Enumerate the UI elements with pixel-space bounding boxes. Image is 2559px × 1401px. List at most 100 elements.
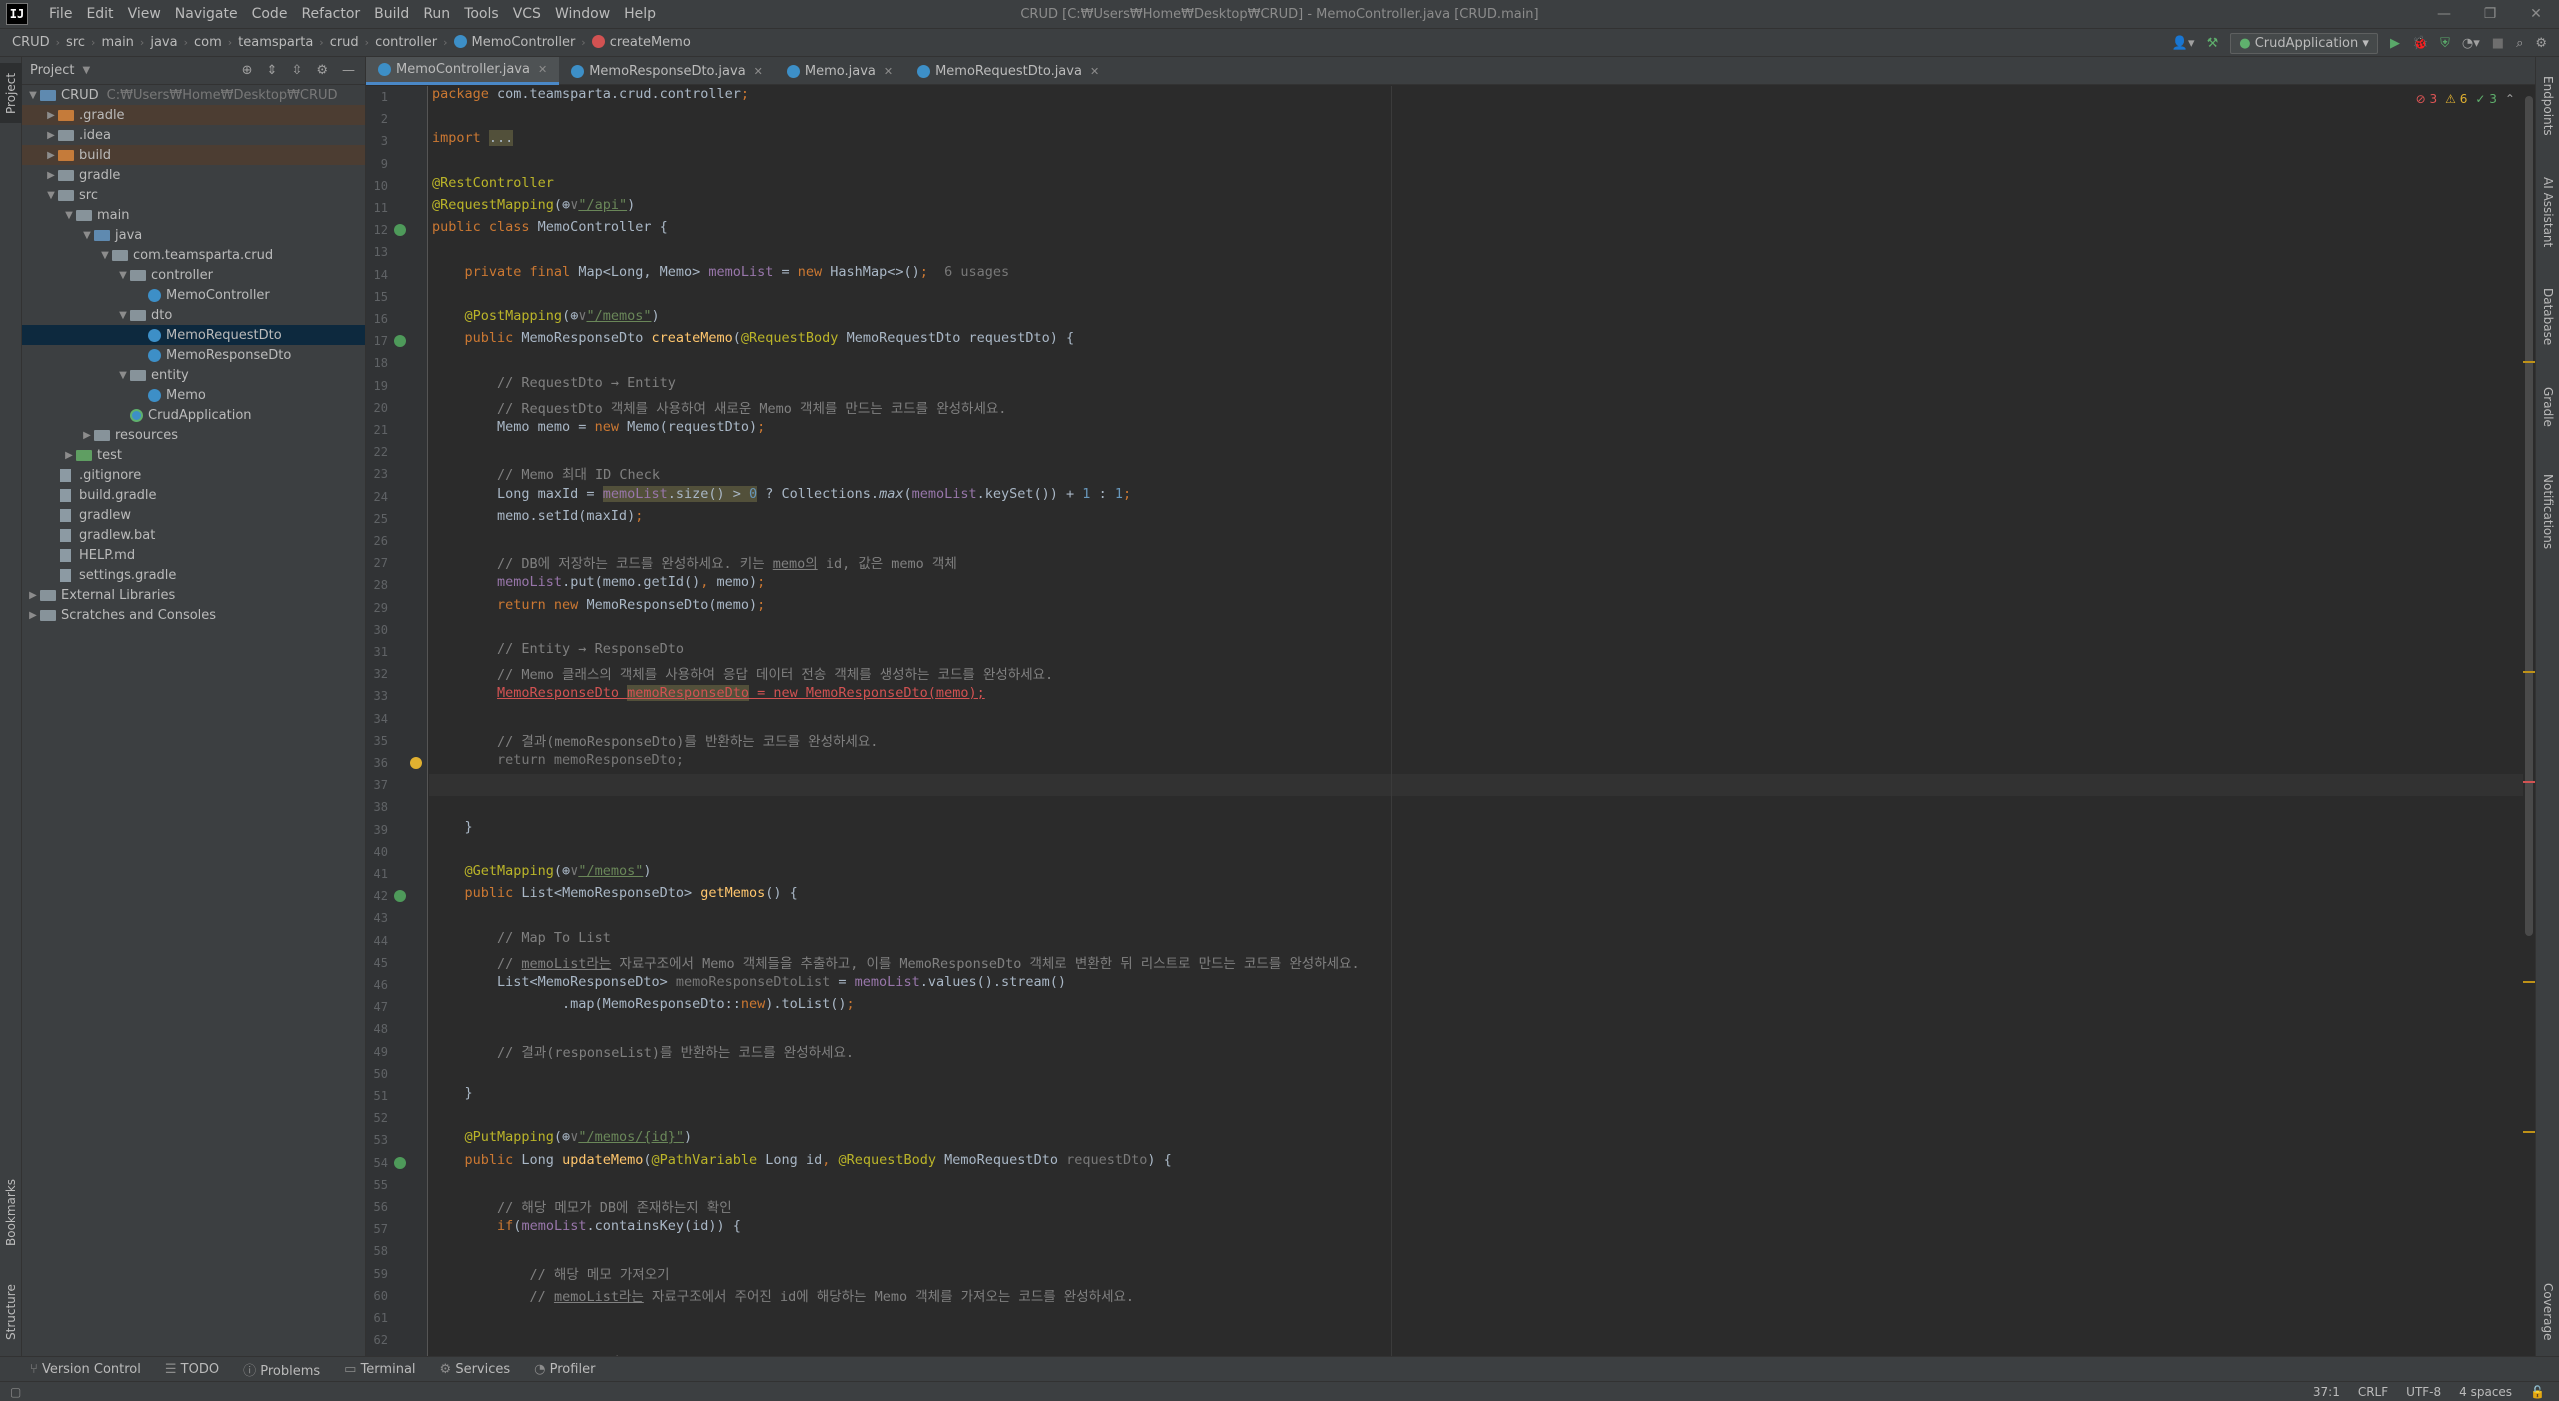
line-number[interactable]: 2	[366, 108, 388, 130]
project-panel-title[interactable]: Project	[30, 63, 74, 78]
breadcrumb-item[interactable]: main	[101, 35, 133, 50]
chevron-right-icon[interactable]: ▶	[44, 130, 58, 141]
indent-setting[interactable]: 4 spaces	[2459, 1385, 2512, 1399]
code-line[interactable]: // Map To List	[432, 930, 611, 952]
file-encoding[interactable]: UTF-8	[2406, 1385, 2441, 1399]
code-line[interactable]: // 결과(responseList)를 반환하는 코드를 완성하세요.	[432, 1041, 854, 1063]
line-number[interactable]: 21	[366, 419, 388, 441]
hide-icon[interactable]: —	[342, 63, 355, 78]
chevron-right-icon[interactable]: ▶	[44, 170, 58, 181]
line-number[interactable]: 54	[366, 1152, 388, 1174]
code-line[interactable]: import ...	[432, 130, 514, 152]
line-number[interactable]: 19	[366, 375, 388, 397]
tree-item[interactable]: MemoController	[22, 285, 365, 305]
chevron-up-icon[interactable]: ⌃	[2505, 92, 2515, 106]
line-number[interactable]: 43	[366, 907, 388, 929]
tree-item[interactable]: ▶ External Libraries	[22, 585, 365, 605]
caret-position[interactable]: 37:1	[2313, 1385, 2340, 1399]
menu-navigate[interactable]: Navigate	[168, 6, 245, 22]
tree-item[interactable]: ▼ entity	[22, 365, 365, 385]
close-icon[interactable]: ✕	[1090, 65, 1099, 78]
menu-view[interactable]: View	[121, 6, 168, 22]
line-number[interactable]: 16	[366, 308, 388, 330]
line-number[interactable]: 52	[366, 1107, 388, 1129]
tree-item[interactable]: build.gradle	[22, 485, 365, 505]
code-line[interactable]: memoList.put(memo.getId(), memo);	[432, 574, 765, 596]
tree-item[interactable]: MemoResponseDto	[22, 345, 365, 365]
code-line[interactable]: MemoResponseDto memoResponseDto = new Me…	[432, 685, 985, 707]
code-line[interactable]: }	[432, 819, 473, 841]
line-number[interactable]: 42	[366, 885, 388, 907]
tree-item[interactable]: Memo	[22, 385, 365, 405]
close-icon[interactable]: ✕	[754, 65, 763, 78]
spring-bean-icon[interactable]	[394, 1157, 406, 1169]
code-line[interactable]: // 해당 메모 가져오기	[432, 1263, 670, 1285]
tool-tab-database[interactable]: Database	[2536, 277, 2559, 357]
editor-tab[interactable]: MemoResponseDto.java ✕	[559, 57, 775, 85]
code-line[interactable]: // DB에 저장하는 코드를 완성하세요. 키는 memo의 id, 값은 m…	[432, 552, 957, 574]
tree-item[interactable]: .gitignore	[22, 465, 365, 485]
code-line[interactable]: // memoList라는 자료구조에서 주어진 id에 해당하는 Memo 객…	[432, 1285, 1135, 1307]
build-hammer-icon[interactable]: ⚒	[2207, 36, 2219, 51]
gear-icon[interactable]: ⚙	[2535, 36, 2547, 51]
line-number[interactable]: 62	[366, 1329, 388, 1351]
code-line[interactable]: package com.teamsparta.crud.controller;	[432, 86, 749, 108]
tree-item[interactable]: ▶ .idea	[22, 125, 365, 145]
editor-tab[interactable]: Memo.java ✕	[775, 57, 905, 85]
line-number[interactable]: 48	[366, 1018, 388, 1040]
tree-item[interactable]: gradlew.bat	[22, 525, 365, 545]
coverage-icon[interactable]: ⛨	[2440, 36, 2450, 51]
bottom-tab-profiler[interactable]: ◔ Profiler	[534, 1362, 595, 1377]
profile-icon[interactable]: ◔▾	[2462, 36, 2480, 51]
expand-all-icon[interactable]: ⇕	[267, 63, 278, 78]
line-number[interactable]: 51	[366, 1085, 388, 1107]
breadcrumb-item[interactable]: crud	[330, 35, 359, 50]
gear-icon[interactable]: ⚙	[316, 63, 328, 78]
tool-tab-gradle[interactable]: Gradle	[2536, 367, 2559, 447]
run-config-select[interactable]: ● CrudApplication ▾	[2230, 32, 2378, 54]
breadcrumb-item[interactable]: MemoController	[453, 35, 575, 50]
menu-window[interactable]: Window	[548, 6, 617, 22]
code-line[interactable]: public class MemoController {	[432, 219, 668, 241]
line-number[interactable]: 59	[366, 1263, 388, 1285]
stop-icon[interactable]: ■	[2492, 36, 2504, 51]
bottom-tab-version-control[interactable]: ⑂ Version Control	[30, 1362, 141, 1377]
line-number[interactable]: 3	[366, 130, 388, 152]
line-number[interactable]: 44	[366, 930, 388, 952]
line-number[interactable]: 34	[366, 708, 388, 730]
line-number[interactable]: 46	[366, 974, 388, 996]
line-number[interactable]: 14	[366, 264, 388, 286]
spring-bean-icon[interactable]	[394, 890, 406, 902]
intellij-logo-icon[interactable]: IJ	[6, 3, 28, 25]
line-number[interactable]: 36	[366, 752, 388, 774]
tool-tab-structure[interactable]: Structure	[0, 1272, 22, 1352]
line-number[interactable]: 27	[366, 552, 388, 574]
user-icon[interactable]: 👤▾	[2172, 36, 2195, 51]
line-number[interactable]: 22	[366, 441, 388, 463]
tree-item[interactable]: ▼ src	[22, 185, 365, 205]
code-line[interactable]: List<MemoResponseDto> memoResponseDtoLis…	[432, 974, 1066, 996]
line-number[interactable]: 40	[366, 841, 388, 863]
chevron-down-icon[interactable]: ▼	[82, 65, 90, 76]
menu-tools[interactable]: Tools	[457, 6, 506, 22]
line-number[interactable]: 33	[366, 685, 388, 707]
locate-icon[interactable]: ⊕	[242, 63, 253, 78]
breadcrumb-item[interactable]: java	[150, 35, 177, 50]
chevron-right-icon[interactable]: ▶	[44, 150, 58, 161]
breadcrumb-item[interactable]: CRUD	[12, 35, 50, 50]
menu-vcs[interactable]: VCS	[506, 6, 548, 22]
breadcrumb-item[interactable]: controller	[375, 35, 437, 50]
tree-item[interactable]: CrudApplication	[22, 405, 365, 425]
debug-icon[interactable]: 🐞	[2412, 36, 2428, 51]
line-number[interactable]: 10	[366, 175, 388, 197]
breadcrumb-item[interactable]: createMemo	[591, 35, 691, 50]
restore-icon[interactable]: ❐	[2467, 0, 2513, 29]
tree-item[interactable]: gradlew	[22, 505, 365, 525]
code-line[interactable]: // RequestDto 객체를 사용하여 새로운 Memo 객체를 만드는 …	[432, 397, 1006, 419]
code-line[interactable]: Memo memo = new Memo(requestDto);	[432, 419, 765, 441]
code-line[interactable]: @RequestMapping(⊕∨"/api")	[432, 197, 635, 219]
menu-code[interactable]: Code	[245, 6, 295, 22]
line-number[interactable]: 37	[366, 774, 388, 796]
line-number[interactable]: 39	[366, 819, 388, 841]
spring-bean-icon[interactable]	[394, 224, 406, 236]
